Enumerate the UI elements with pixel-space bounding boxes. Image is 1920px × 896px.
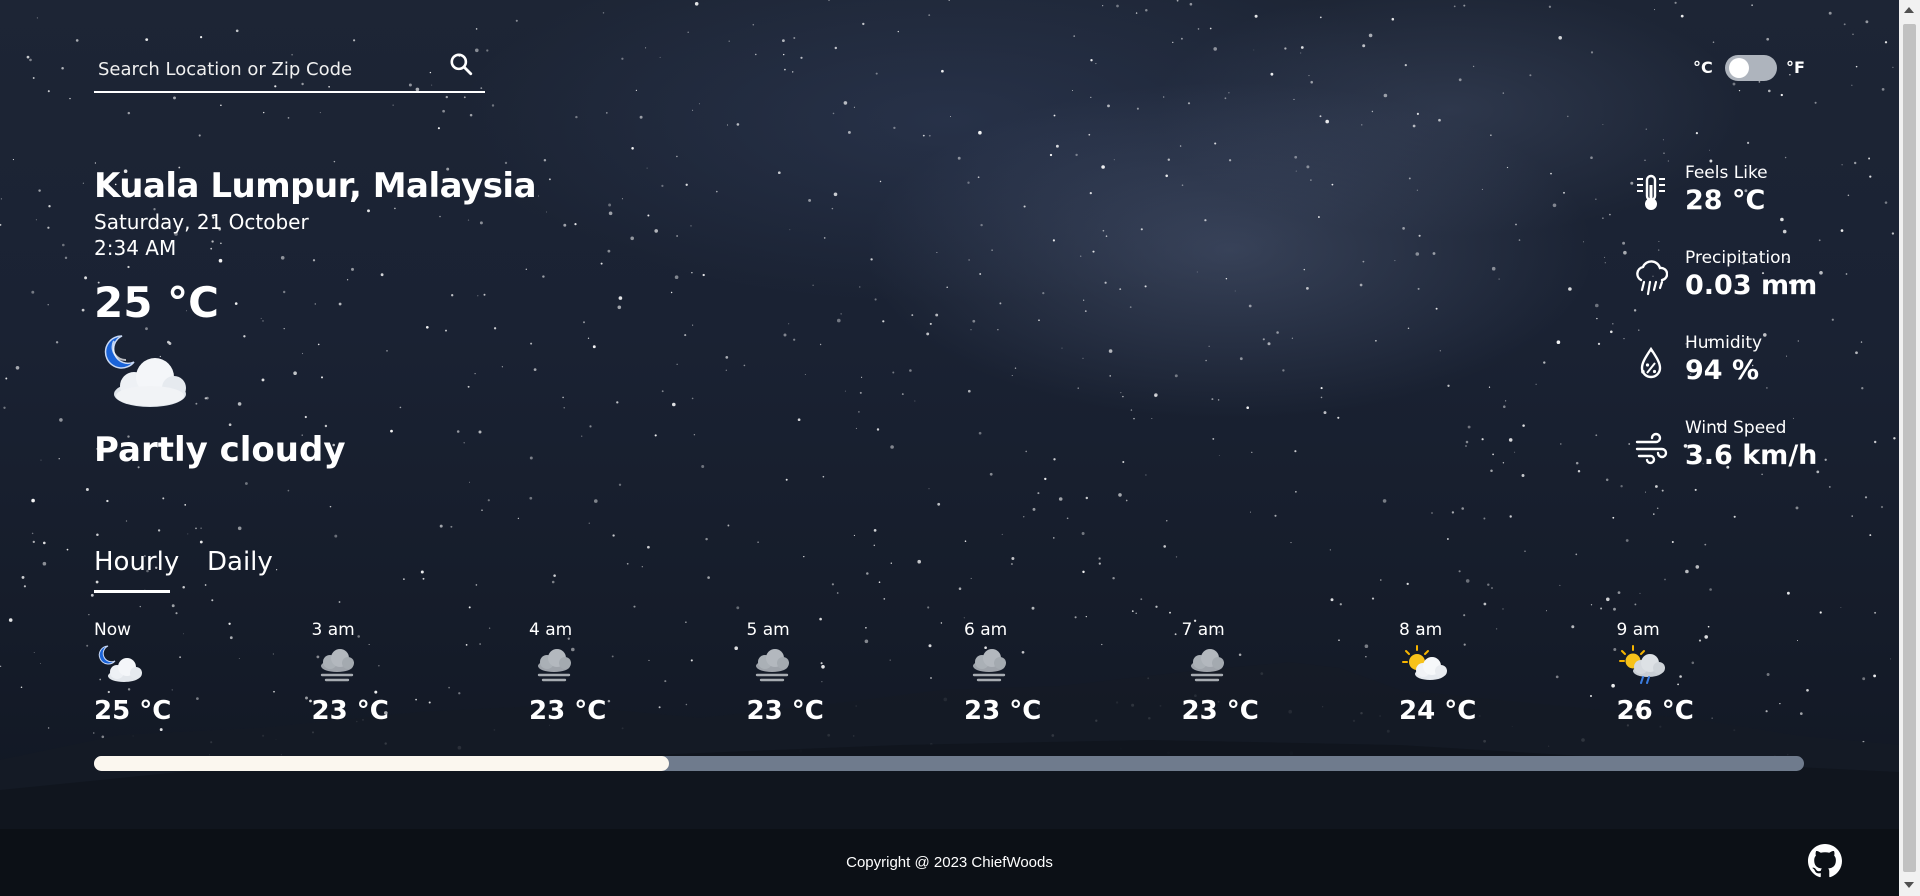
page-scroll-thumb[interactable]	[1903, 24, 1916, 872]
feels-like-stat: Feels Like 28 °C	[1630, 163, 1810, 223]
scroll-up-arrow-icon[interactable]	[1904, 7, 1914, 13]
rain-cloud-icon	[1636, 260, 1668, 296]
hourly-temperature: 24 °C	[1399, 696, 1477, 726]
humidity-label: Humidity	[1685, 333, 1763, 353]
current-time: 2:34 AM	[94, 236, 177, 260]
hourly-time-label: 4 am	[529, 620, 573, 640]
fog-cloud-icon	[1190, 649, 1224, 682]
wind-speed-value: 3.6 km/h	[1685, 440, 1818, 471]
hourly-forecast-item: Now 25 °C	[94, 618, 234, 728]
hourly-time-label: 5 am	[746, 620, 790, 640]
hourly-temperature: 23 °C	[311, 696, 389, 726]
hourly-time-label: 6 am	[964, 620, 1008, 640]
current-condition: Partly cloudy	[94, 430, 346, 470]
hourly-time-label: 9 am	[1616, 620, 1660, 640]
github-icon[interactable]	[1808, 844, 1842, 878]
hourly-temperature: 23 °C	[746, 696, 824, 726]
feels-like-value: 28 °C	[1685, 185, 1766, 216]
tab-daily[interactable]: Daily	[207, 547, 273, 577]
hourly-time-label: 7 am	[1181, 620, 1225, 640]
moon-cloud-icon	[98, 645, 142, 682]
wind-speed-label: Wind Speed	[1685, 418, 1787, 438]
feels-like-label: Feels Like	[1685, 163, 1768, 183]
unit-toggle-switch[interactable]	[1725, 55, 1777, 81]
celsius-label: °C	[1693, 58, 1713, 77]
search-button[interactable]	[446, 50, 476, 80]
wind-speed-stat: Wind Speed 3.6 km/h	[1630, 418, 1817, 478]
hourly-forecast-item: 7 am 23 °C	[1182, 618, 1322, 728]
hourly-temperature: 26 °C	[1616, 696, 1694, 726]
moon-cloud-icon	[104, 335, 186, 407]
mountain-silhouette	[0, 662, 1899, 829]
toggle-knob	[1729, 58, 1749, 78]
thermometer-icon	[1637, 174, 1665, 210]
hourly-forecast-item: 3 am 23 °C	[312, 618, 452, 728]
humidity-stat: Humidity 94 %	[1630, 333, 1810, 393]
hourly-temperature: 23 °C	[529, 696, 607, 726]
unit-toggle-group: °C °F	[1693, 54, 1805, 82]
fog-cloud-icon	[755, 649, 789, 682]
location-name: Kuala Lumpur, Malaysia	[94, 166, 537, 206]
forecast-scroll-thumb[interactable]	[94, 756, 669, 771]
footer: Copyright @ 2023 ChiefWoods	[0, 829, 1899, 896]
fahrenheit-label: °F	[1786, 58, 1805, 77]
hourly-forecast-item: 6 am 23 °C	[964, 618, 1104, 728]
fog-cloud-icon	[320, 649, 354, 682]
copyright-text: Copyright @ 2023 ChiefWoods	[846, 854, 1053, 871]
hourly-temperature: 25 °C	[94, 696, 172, 726]
precipitation-stat: Precipitation 0.03 mm	[1630, 248, 1817, 308]
search-bar	[94, 46, 485, 93]
sun-rain-cloud-icon	[1618, 645, 1665, 684]
precipitation-value: 0.03 mm	[1685, 270, 1818, 301]
forecast-scrollbar[interactable]	[94, 756, 1804, 771]
fog-cloud-icon	[972, 649, 1006, 682]
sun-cloud-icon	[1402, 645, 1447, 680]
hourly-time-label: 8 am	[1399, 620, 1443, 640]
hourly-temperature: 23 °C	[964, 696, 1042, 726]
hourly-forecast-item: 8 am 24 °C	[1399, 618, 1539, 728]
humidity-value: 94 %	[1685, 355, 1760, 386]
wind-icon	[1635, 432, 1668, 465]
current-date: Saturday, 21 October	[94, 210, 309, 234]
current-temperature: 25 °C	[94, 278, 219, 327]
weather-page: °C °F Kuala Lumpur, Malaysia Saturday, 2…	[0, 0, 1899, 896]
hourly-time-label: Now	[94, 620, 132, 640]
hourly-temperature: 23 °C	[1181, 696, 1259, 726]
fog-cloud-icon	[537, 649, 571, 682]
hourly-forecast-item: 4 am 23 °C	[529, 618, 669, 728]
search-icon	[450, 52, 473, 75]
hourly-time-label: 3 am	[311, 620, 355, 640]
hourly-forecast-item: 9 am 26 °C	[1617, 618, 1757, 728]
water-drop-icon	[1640, 346, 1662, 379]
precipitation-label: Precipitation	[1685, 248, 1792, 268]
search-input[interactable]	[98, 54, 428, 84]
scroll-down-arrow-icon[interactable]	[1904, 882, 1914, 888]
hourly-forecast-item: 5 am 23 °C	[747, 618, 887, 728]
active-tab-indicator	[94, 590, 170, 593]
page-scrollbar[interactable]	[1899, 0, 1920, 896]
tab-hourly[interactable]: Hourly	[94, 547, 179, 577]
